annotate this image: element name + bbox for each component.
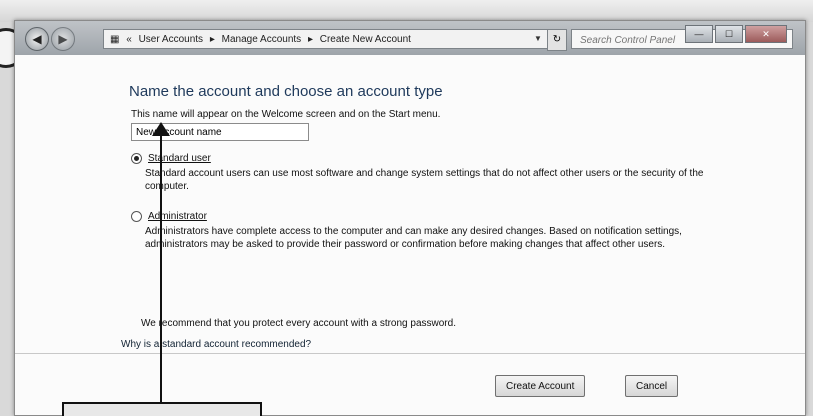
forward-arrow-icon[interactable]: ▶	[51, 27, 75, 51]
create-account-window: ◀ ▶ ▦ « User Accounts ▸ Manage Accounts …	[14, 20, 806, 416]
refresh-icon[interactable]: ↻	[547, 29, 567, 51]
breadcrumb-separator-icon: «	[126, 34, 132, 45]
administrator-label[interactable]: Administrator	[148, 211, 207, 222]
name-hint-text: This name will appear on the Welcome scr…	[131, 109, 441, 120]
control-panel-icon: ▦	[110, 34, 120, 45]
page-top-margin	[0, 0, 813, 22]
footer-divider	[15, 353, 805, 354]
title-bar: ◀ ▶ ▦ « User Accounts ▸ Manage Accounts …	[15, 21, 805, 55]
administrator-radio[interactable]	[131, 211, 142, 222]
standard-user-option[interactable]: Standard user	[131, 153, 211, 164]
back-arrow-icon[interactable]: ◀	[25, 27, 49, 51]
page-title: Name the account and choose an account t…	[129, 83, 443, 100]
breadcrumb-separator: ▸	[307, 34, 313, 45]
breadcrumb-separator: ▸	[209, 34, 215, 45]
cancel-button[interactable]: Cancel	[625, 375, 679, 397]
breadcrumb-user-accounts[interactable]: User Accounts	[139, 34, 203, 45]
standard-account-help-link[interactable]: Why is a standard account recommended?	[121, 339, 311, 350]
address-bar[interactable]: ▦ « User Accounts ▸ Manage Accounts ▸ Cr…	[103, 29, 563, 49]
password-recommendation: We recommend that you protect every acco…	[141, 318, 456, 329]
breadcrumb-create-new-account[interactable]: Create New Account	[320, 34, 411, 45]
standard-user-radio[interactable]	[131, 153, 142, 164]
administrator-description: Administrators have complete access to t…	[145, 226, 682, 250]
breadcrumb-manage-accounts[interactable]: Manage Accounts	[222, 34, 302, 45]
standard-user-label[interactable]: Standard user	[148, 153, 211, 164]
minimize-icon[interactable]: —	[685, 25, 713, 43]
maximize-icon[interactable]: ☐	[715, 25, 743, 43]
address-dropdown-icon[interactable]: ▼	[531, 30, 545, 48]
callout-arrow-line	[160, 130, 162, 414]
window-controls: — ☐ ✕	[685, 25, 787, 43]
standard-user-description: Standard account users can use most soft…	[145, 168, 704, 192]
create-account-button[interactable]: Create Account	[495, 375, 586, 397]
close-icon[interactable]: ✕	[745, 25, 787, 43]
administrator-option[interactable]: Administrator	[131, 211, 207, 222]
